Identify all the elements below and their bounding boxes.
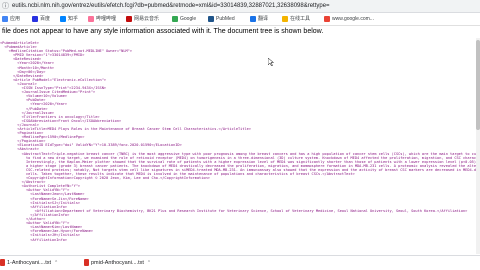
bookmark-favicon-icon	[282, 15, 288, 22]
bookmark-item[interactable]: 知乎	[60, 15, 78, 24]
bookmark-item[interactable]: 翻译	[250, 15, 268, 24]
bookmark-favicon-icon	[32, 15, 38, 22]
bookmark-item[interactable]: 在线工具	[282, 15, 310, 24]
bookmark-favicon-icon	[2, 15, 8, 22]
xml-line: <AffiliationInfo>	[0, 237, 68, 242]
chevron-up-icon[interactable]: ⌃	[147, 258, 151, 269]
bookmark-favicon-icon	[324, 15, 330, 22]
bookmark-favicon-icon	[88, 15, 94, 22]
bookmark-item[interactable]: 哔哩哔哩	[88, 15, 116, 24]
url-text[interactable]: eutils.ncbi.nlm.nih.gov/entrez/eutils/ef…	[12, 2, 330, 11]
chevron-up-icon[interactable]: ⌃	[54, 258, 58, 269]
download-item[interactable]: 1-Anthocyani....txt ⌃	[0, 258, 58, 269]
bookmark-item[interactable]: www.google.com...	[324, 15, 374, 24]
bookmark-item[interactable]: PubMed	[208, 15, 235, 24]
scrollbar-thumb[interactable]	[476, 40, 480, 130]
bookmark-favicon-icon	[250, 15, 256, 22]
xml-document-tree: <PubmedArticleSet> <PubmedArticle> <Medl…	[0, 41, 476, 255]
address-bar[interactable]: ⓘ eutils.ncbi.nlm.nih.gov/entrez/eutils/…	[0, 0, 480, 13]
lock-icon: ⓘ	[2, 2, 9, 10]
bookmark-item[interactable]: Google	[172, 15, 196, 24]
file-icon	[0, 259, 5, 267]
mouse-cursor-icon	[268, 58, 274, 66]
bookmark-favicon-icon	[60, 15, 66, 22]
download-item[interactable]: pmid-Anthocyani....txt ⌃	[84, 258, 151, 269]
downloads-bar: 1-Anthocyani....txt ⌃ pmid-Anthocyani....…	[0, 255, 480, 270]
bookmark-favicon-icon	[172, 15, 178, 22]
bookmark-favicon-icon	[208, 15, 214, 22]
bookmark-item[interactable]: 百度	[32, 15, 50, 24]
vertical-scrollbar[interactable]	[476, 38, 480, 254]
bookmark-item[interactable]: 应用	[2, 15, 20, 24]
bookmarks-bar: 应用 百度 知乎 哔哩哔哩 网易云音乐 Google PubMed 翻译 在线工…	[0, 13, 480, 26]
xml-line: <Affiliation>Department of Veterinary Bi…	[0, 208, 468, 213]
file-icon	[84, 259, 89, 267]
bookmark-favicon-icon	[126, 15, 132, 22]
bookmark-item[interactable]: 网易云音乐	[126, 15, 159, 24]
xml-style-notice: file does not appear to have any style i…	[0, 26, 480, 38]
